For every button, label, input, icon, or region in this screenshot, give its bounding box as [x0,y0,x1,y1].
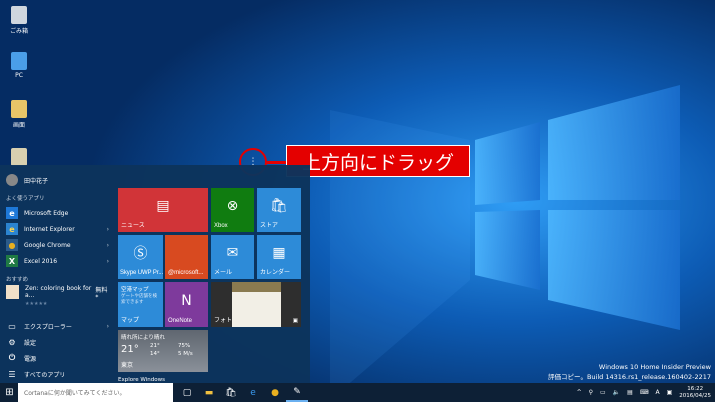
chevron-right-icon[interactable]: › [107,258,109,265]
tile-skype[interactable]: Ⓢ Skype UWP Pr... [118,235,163,279]
tile-store[interactable]: 🛍 ストア [257,188,301,232]
desktop-icon-screen[interactable]: 画面 [4,100,34,129]
ime-indicator[interactable]: A [656,389,660,396]
notification-icon[interactable]: ▤ [627,389,633,396]
edge-icon: e [6,207,18,219]
tile-xbox[interactable]: ⊗ Xbox [211,188,254,232]
app-microsoft-edge[interactable]: e Microsoft Edge [6,206,109,220]
chevron-up-icon[interactable]: ^ [577,389,582,396]
store-icon[interactable]: 🛍 [220,383,242,402]
rating: ★★★★★ [25,301,48,307]
photos-icon: ▣ [292,318,298,324]
taskbar: ⊞ Cortanaに何か聞いてみてください。 ▢ ▬ 🛍 e ● ✎ ^ ⚲ ▭… [0,383,715,402]
photo-thumbnail [232,282,281,327]
chrome-icon[interactable]: ● [264,383,286,402]
avatar [6,174,18,186]
edge-icon[interactable]: e [242,383,264,402]
skype-icon: Ⓢ [133,246,148,263]
tile-weather[interactable]: 晴れ所により晴れ 21° 21° 14° 75% 5 M/s 東京 [118,330,208,372]
start-left-pane: 田中花子 よく使うアプリ e Microsoft Edge e Internet E… [0,165,115,383]
user-account[interactable]: 田中花子 [6,173,109,187]
chrome-icon: ● [6,239,18,251]
desktop-icon-pc[interactable]: PC [4,52,34,79]
cortana-search-input[interactable]: Cortanaに何か聞いてみてください。 [18,383,173,402]
most-used-header: よく使うアプリ [6,196,45,202]
people-icon[interactable]: ⚲ [589,389,593,396]
chevron-right-icon[interactable]: › [107,323,109,330]
app-icon[interactable]: ✎ [286,383,308,402]
task-view-icon[interactable]: ▢ [176,383,198,402]
desktop-icon-recycle-bin[interactable]: ごみ箱 [4,6,34,35]
tile-calendar[interactable]: ▦ カレンダー [257,235,301,279]
app-excel-2016[interactable]: X Excel 2016 › [6,254,109,268]
tile-microsoft[interactable]: @microsoft... [165,235,208,279]
callout-connector [267,161,286,164]
start-button[interactable]: ⊞ [3,386,16,399]
network-icon[interactable]: ▭ [600,389,606,396]
excel-icon: X [6,255,18,267]
gear-icon: ⚙ [8,337,16,347]
onenote-icon: N [181,292,192,309]
all-apps-item[interactable]: ☰ すべてのアプリ [6,367,109,381]
callout-drag-up: 上方向にドラッグ [286,145,470,177]
weather-temp: 21° [121,344,139,355]
suggested-app[interactable]: Zen: coloring book for a... 無料* ★★★★★ [6,285,109,307]
tile-photos[interactable]: フォト ▣ [211,282,301,327]
tile-mail[interactable]: ✉ メール [211,235,254,279]
chevron-right-icon[interactable]: › [107,242,109,249]
action-center-icon[interactable]: ▣ [667,389,673,396]
list-icon: ☰ [8,369,16,379]
chevron-right-icon[interactable]: › [107,226,109,233]
xbox-icon: ⊗ [226,198,239,215]
clock[interactable]: 16:22 2016/04/25 [679,386,711,400]
store-icon: 🛍 [270,198,288,215]
suggested-header: おすすめ [6,277,29,283]
ie-icon: e [6,223,18,235]
news-icon: ▤ [156,198,170,215]
calendar-icon: ▦ [272,245,286,262]
keyboard-icon[interactable]: ⌨ [640,389,649,396]
app-internet-explorer[interactable]: e Internet Explorer › [6,222,109,236]
tile-news[interactable]: ▤ ニュース [118,188,208,232]
tile-maps[interactable]: 空港マップ ゲートや店舗を検索できます マップ [118,282,163,327]
volume-icon[interactable]: 🔈 [613,389,620,396]
zen-app-icon [6,285,19,299]
app-google-chrome[interactable]: ● Google Chrome › [6,238,109,252]
watermark: Windows 10 Home Insider Preview 評価コピー。Bui… [548,363,711,381]
power-icon: ⏻ [8,353,16,362]
tile-onenote[interactable]: N OneNote [165,282,208,327]
start-menu: 田中花子 よく使うアプリ e Microsoft Edge e Internet E… [0,165,310,383]
file-explorer-icon[interactable]: ▬ [198,383,220,402]
free-badge: 無料* [95,287,108,301]
explorer-item[interactable]: ▭ エクスプローラー › [6,319,109,333]
power-item[interactable]: ⏻ 電源 [6,351,109,365]
settings-item[interactable]: ⚙ 設定 [6,335,109,349]
mail-icon: ✉ [226,245,239,262]
folder-icon: ▭ [8,321,16,331]
system-tray: ^ ⚲ ▭ 🔈 ▤ ⌨ A ▣ 16:22 2016/04/25 [577,383,715,402]
